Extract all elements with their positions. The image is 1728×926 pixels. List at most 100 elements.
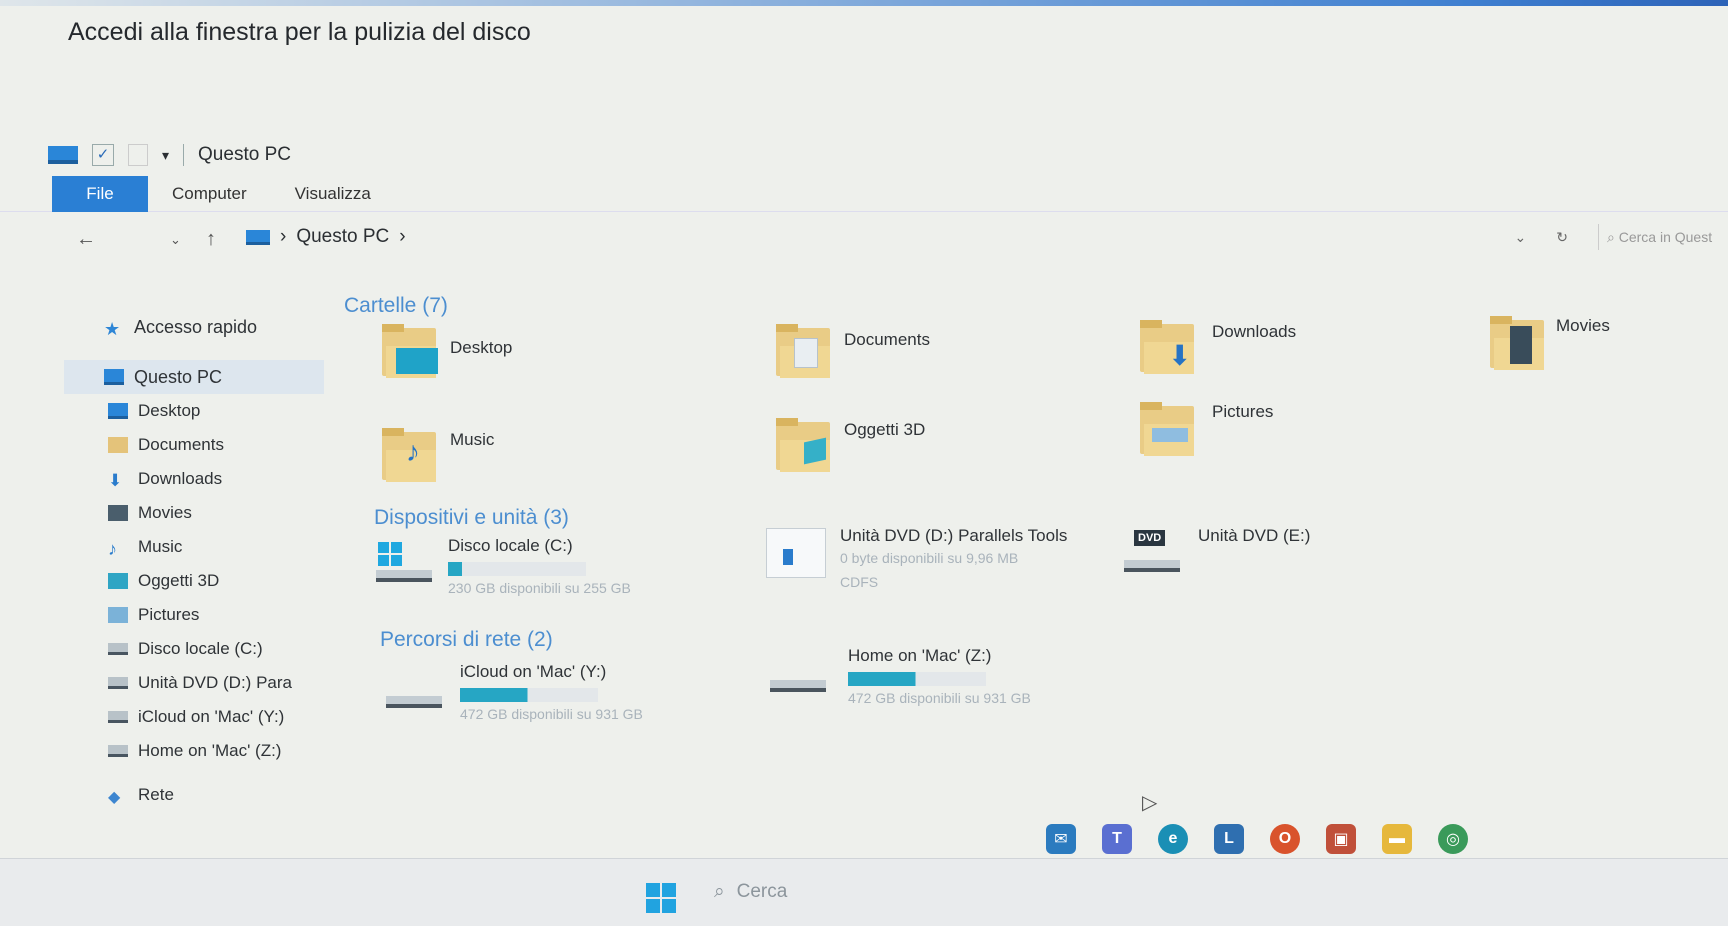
network-drive-item-home[interactable]: Home on 'Mac' (Z:) 472 GB disponibili su… bbox=[770, 646, 1031, 706]
group-header-devices[interactable]: Dispositivi e unità (3) bbox=[374, 506, 569, 530]
folder-label: Music bbox=[450, 430, 495, 449]
chrome-icon[interactable]: ◎ bbox=[1438, 824, 1468, 854]
network-drive-icon bbox=[108, 745, 128, 757]
sidebar-item-documents[interactable]: Documents bbox=[64, 428, 324, 462]
sidebar-item-label: Disco locale (C:) bbox=[138, 639, 263, 658]
file-explorer-icon[interactable]: ▬ bbox=[1382, 824, 1412, 854]
drive-item-local-disk[interactable]: Disco locale (C:) 230 GB disponibili su … bbox=[376, 536, 631, 596]
breadcrumb[interactable]: › Questo PC › bbox=[246, 226, 406, 248]
folder-label: Documents bbox=[844, 330, 930, 349]
sidebar-item-label: Music bbox=[138, 537, 183, 556]
folder-label: Movies bbox=[1556, 316, 1610, 335]
teams-icon[interactable]: T bbox=[1102, 824, 1132, 854]
network-drive-icon bbox=[108, 711, 128, 723]
breadcrumb-item[interactable]: Questo PC bbox=[296, 226, 389, 248]
sidebar-item-movies[interactable]: Movies bbox=[64, 496, 324, 530]
sidebar-item-desktop[interactable]: Desktop bbox=[64, 394, 324, 428]
folder-item-documents[interactable]: Documents bbox=[776, 324, 930, 380]
folder-item-music[interactable]: ♪ Music bbox=[382, 428, 494, 484]
drive-space-text: 472 GB disponibili su 931 GB bbox=[848, 690, 1031, 706]
mail-icon[interactable]: ✉ bbox=[1046, 824, 1076, 854]
group-header-network-locations[interactable]: Percorsi di rete (2) bbox=[380, 628, 553, 652]
address-dropdown-icon[interactable]: ⌄ bbox=[1515, 229, 1527, 246]
breadcrumb-chevron-icon[interactable]: › bbox=[399, 226, 405, 248]
sidebar-item-music[interactable]: ♪ Music bbox=[64, 530, 324, 564]
film-icon bbox=[108, 505, 128, 521]
instruction-caption: Accedi alla finestra per la pulizia del … bbox=[68, 18, 531, 46]
quick-access-toolbar: ✓ ▾ Questo PC bbox=[48, 140, 291, 170]
sidebar-item-pictures[interactable]: Pictures bbox=[64, 598, 324, 632]
mouse-cursor-icon: ▷ bbox=[1142, 792, 1158, 814]
search-icon: ⌕ bbox=[1607, 229, 1615, 245]
network-drive-item-icloud[interactable]: iCloud on 'Mac' (Y:) 472 GB disponibili … bbox=[386, 662, 643, 722]
network-drive-icon bbox=[386, 662, 446, 718]
recent-locations-chevron-icon[interactable]: ⌄ bbox=[170, 232, 181, 248]
dvd-drive-icon bbox=[766, 526, 826, 582]
download-icon: ⬇ bbox=[108, 471, 123, 490]
folder-item-downloads[interactable]: ⬇ Downloads bbox=[1140, 320, 1296, 376]
drive-usage-bar bbox=[448, 562, 586, 576]
folder-icon bbox=[382, 324, 440, 380]
dvd-drive-icon bbox=[108, 677, 128, 689]
sidebar-item-label: Questo PC bbox=[134, 366, 223, 387]
tab-visualizza[interactable]: Visualizza bbox=[271, 176, 395, 212]
app-l-icon[interactable]: L bbox=[1214, 824, 1244, 854]
new-folder-icon[interactable] bbox=[128, 144, 148, 166]
sidebar-item-quick-access[interactable]: ★ Accesso rapido bbox=[64, 310, 324, 344]
drive-usage-bar bbox=[460, 688, 598, 702]
store-icon[interactable]: ▣ bbox=[1326, 824, 1356, 854]
sidebar-item-icloud-drive[interactable]: iCloud on 'Mac' (Y:) bbox=[64, 700, 324, 734]
folder-item-3d-objects[interactable]: Oggetti 3D bbox=[776, 418, 925, 474]
folder-label: Downloads bbox=[1212, 322, 1297, 341]
desktop-icon bbox=[108, 403, 128, 419]
drive-label: Unità DVD (E:) bbox=[1198, 526, 1311, 545]
sidebar-item-label: Documents bbox=[138, 435, 224, 454]
customize-toolbar-dropdown-icon[interactable]: ▾ bbox=[162, 147, 169, 164]
network-icon: ◆ bbox=[108, 789, 121, 806]
ribbon-tabs: File Computer Visualizza bbox=[0, 175, 1728, 212]
sidebar-item-dvd-drive[interactable]: Unità DVD (D:) Para bbox=[64, 666, 324, 700]
folder-item-pictures[interactable]: Pictures bbox=[1140, 402, 1273, 458]
drive-label: Home on 'Mac' (Z:) bbox=[848, 646, 992, 665]
address-bar-controls: ⌄ ↻ ⌕ Cerca in Quest bbox=[1515, 224, 1728, 250]
office-icon[interactable]: O bbox=[1270, 824, 1300, 854]
folder-item-desktop[interactable]: Desktop bbox=[382, 324, 512, 380]
computer-icon bbox=[104, 369, 124, 385]
drive-label: iCloud on 'Mac' (Y:) bbox=[460, 662, 607, 681]
edge-browser-icon[interactable]: e bbox=[1158, 824, 1188, 854]
sidebar-item-home-drive[interactable]: Home on 'Mac' (Z:) bbox=[64, 734, 324, 768]
cube-icon bbox=[108, 573, 128, 589]
sidebar-item-label: iCloud on 'Mac' (Y:) bbox=[138, 707, 285, 726]
sidebar-item-3d-objects[interactable]: Oggetti 3D bbox=[64, 564, 324, 598]
start-windows-icon[interactable] bbox=[646, 883, 676, 913]
picture-icon bbox=[108, 607, 128, 623]
screen-top-accent bbox=[0, 0, 1728, 6]
taskbar-pinned-apps: ✉ T e L O ▣ ▬ ◎ bbox=[1046, 824, 1468, 854]
sidebar-item-network[interactable]: ◆ Rete bbox=[64, 778, 324, 812]
group-header-folders[interactable]: Cartelle (7) bbox=[344, 294, 448, 318]
tab-file[interactable]: File bbox=[52, 175, 148, 212]
sidebar-item-downloads[interactable]: ⬇ Downloads bbox=[64, 462, 324, 496]
up-arrow-icon[interactable]: ↑ bbox=[206, 228, 216, 251]
drive-item-dvd-e[interactable]: DVD Unità DVD (E:) bbox=[1124, 526, 1310, 582]
back-arrow-icon[interactable]: ← bbox=[76, 228, 96, 251]
toolbar-separator bbox=[183, 144, 185, 166]
refresh-icon[interactable]: ↻ bbox=[1556, 229, 1568, 246]
properties-checkbox-icon[interactable]: ✓ bbox=[92, 144, 114, 166]
folder-icon bbox=[1490, 316, 1548, 372]
sidebar-item-this-pc[interactable]: Questo PC bbox=[64, 360, 324, 394]
folder-icon: ⬇ bbox=[1140, 320, 1198, 376]
search-input[interactable]: ⌕ Cerca in Quest bbox=[1598, 224, 1728, 250]
sidebar-item-label: Home on 'Mac' (Z:) bbox=[138, 741, 282, 760]
drive-usage-bar bbox=[848, 672, 986, 686]
drive-item-dvd-parallels[interactable]: Unità DVD (D:) Parallels Tools 0 byte di… bbox=[766, 526, 1067, 590]
folder-item-movies[interactable]: Movies bbox=[1490, 316, 1610, 372]
hard-drive-icon bbox=[108, 643, 128, 655]
sidebar-item-local-disk[interactable]: Disco locale (C:) bbox=[64, 632, 324, 666]
sidebar-item-label: Pictures bbox=[138, 605, 200, 624]
tab-computer[interactable]: Computer bbox=[148, 176, 271, 212]
folder-label: Desktop bbox=[450, 338, 513, 357]
taskbar-search[interactable]: ⌕ Cerca bbox=[714, 881, 787, 903]
computer-icon bbox=[48, 146, 78, 164]
taskbar: ⌕ Cerca bbox=[0, 858, 1728, 926]
